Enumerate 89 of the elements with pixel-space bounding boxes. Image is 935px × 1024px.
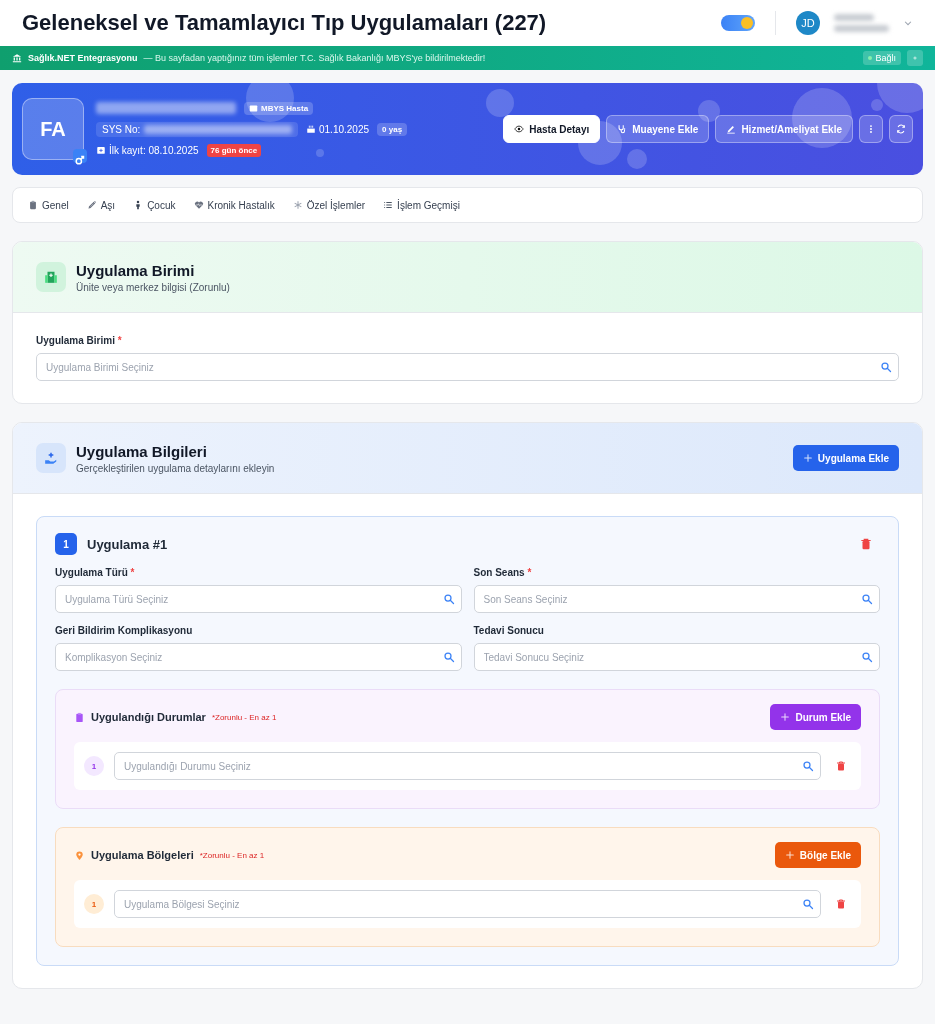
field-label: Son Seans * [473, 567, 533, 578]
required-note: *Zorunlu - En az 1 [199, 850, 265, 860]
group-title: Uygulama Bölgeleri [91, 849, 194, 861]
map-pin-icon [74, 849, 85, 861]
search-icon [442, 593, 455, 605]
connection-status: Bağlı [863, 51, 901, 65]
more-button[interactable] [859, 115, 883, 143]
patient-type-badge: MBYS Hasta [244, 101, 314, 115]
item-number: 1 [55, 533, 77, 555]
bank-icon [12, 53, 22, 63]
user-avatar[interactable]: JD [796, 11, 820, 35]
search-icon [442, 651, 455, 663]
section-subtitle: Gerçekleştirilen uygulama detaylarını ekleyin [76, 462, 276, 474]
section-subtitle: Ünite veya merkez bilgisi (Zorunlu) [76, 281, 231, 293]
integration-message: — Bu sayfadan yaptığınız tüm işlemler T.C. Sağlık Bakanlığı MBYS'ye bildirilmektedir! [143, 53, 487, 63]
row-number: 1 [84, 756, 104, 776]
unit-select-field[interactable]: Uygulama Birimi Seçiniz [36, 353, 899, 381]
tab[interactable]: Özel İşlemler [285, 195, 373, 215]
stethoscope-icon [617, 124, 628, 134]
decorative-bubble [486, 89, 514, 117]
field-label: Uygulama Birimi * [36, 335, 123, 346]
item-title: Uygulama #1 [87, 536, 169, 552]
hand-plus-icon [36, 443, 66, 473]
decorative-bubble [316, 149, 324, 157]
tab[interactable]: Aşı [79, 195, 123, 215]
clipboard-icon [28, 200, 38, 210]
refresh-icon [896, 124, 906, 134]
plus-icon [784, 850, 795, 860]
add-button[interactable]: Durum Ekle [770, 704, 861, 730]
tab[interactable]: Genel [21, 195, 76, 215]
clipboard-icon [74, 711, 85, 723]
syringe-icon [86, 200, 97, 210]
trash-icon [835, 760, 847, 772]
tab[interactable]: Kronik Hastalık [186, 195, 282, 215]
plus-icon [780, 712, 791, 722]
search-icon [861, 651, 873, 663]
trash-icon [859, 537, 873, 551]
field-label: Tedavi Sonucu [473, 625, 545, 636]
select-field[interactable]: Uygulama Bölgesi Seçiniz [114, 890, 821, 918]
tab[interactable]: Çocuk [126, 195, 183, 215]
plus-icon [802, 453, 813, 463]
pen-icon [726, 124, 737, 134]
age-badge: 0 yaş [377, 122, 408, 136]
group-title: Uygulandığı Durumlar [91, 711, 206, 723]
blurred-user-name [834, 14, 874, 21]
patient-initials: FA [40, 117, 66, 141]
select-field[interactable]: Uygulama Türü Seçiniz [55, 585, 462, 613]
refresh-button[interactable] [889, 115, 913, 143]
chevron-down-icon [903, 18, 913, 28]
hospital-icon [36, 262, 66, 292]
theme-toggle[interactable] [721, 15, 755, 31]
integration-title: Sağlık.NET Entegrasyonu [28, 53, 138, 63]
tab[interactable]: İşlem Geçmişi [376, 195, 467, 215]
search-icon [802, 760, 814, 772]
id-card-icon [249, 103, 258, 113]
select-field[interactable]: Uygulandığı Durumu Seçiniz [114, 752, 821, 780]
required-note: *Zorunlu - En az 1 [211, 712, 277, 722]
row-number: 1 [84, 894, 104, 914]
eye-icon [514, 124, 525, 134]
search-icon [861, 593, 873, 605]
days-ago-badge: 76 gün önce [206, 143, 262, 157]
field-label: Geri Bildirim Komplikasyonu [55, 625, 194, 636]
section-title: Uygulama Bilgileri [76, 442, 208, 460]
search-icon [802, 898, 814, 910]
birth-date: 01.10.2025 [319, 123, 370, 135]
select-field[interactable]: Tedavi Sonucu Seçiniz [473, 643, 880, 671]
first-record-date: İlk kayıt: 08.10.2025 [109, 144, 199, 156]
list-icon [383, 200, 394, 210]
asterisk-icon [292, 200, 303, 210]
calendar-icon [96, 145, 106, 155]
decorative-bubble [698, 100, 720, 122]
trash-icon [835, 898, 847, 910]
sys-label: SYS No: [102, 123, 141, 135]
search-icon [880, 361, 892, 373]
select-field[interactable]: Son Seans Seçiniz [473, 585, 880, 613]
add-application-button[interactable]: Uygulama Ekle [792, 445, 899, 471]
select-field[interactable]: Komplikasyon Seçiniz [55, 643, 462, 671]
add-button[interactable]: Bölge Ekle [774, 842, 861, 868]
blurred-user-email [834, 25, 889, 32]
decorative-bubble [627, 149, 647, 169]
cake-icon [306, 124, 316, 134]
field-label: Uygulama Türü * [55, 567, 136, 578]
action-button[interactable]: Hasta Detayı [503, 115, 601, 143]
action-button[interactable]: Hizmet/Ameliyat Ekle [715, 115, 853, 143]
heart-pulse-icon [193, 200, 204, 210]
page-title: Geleneksel ve Tamamlayıcı Tıp Uygulamaları (227) [22, 10, 548, 36]
male-icon [73, 149, 87, 163]
section-title: Uygulama Birimi [76, 261, 196, 279]
action-button[interactable]: Muayene Ekle [606, 115, 710, 143]
